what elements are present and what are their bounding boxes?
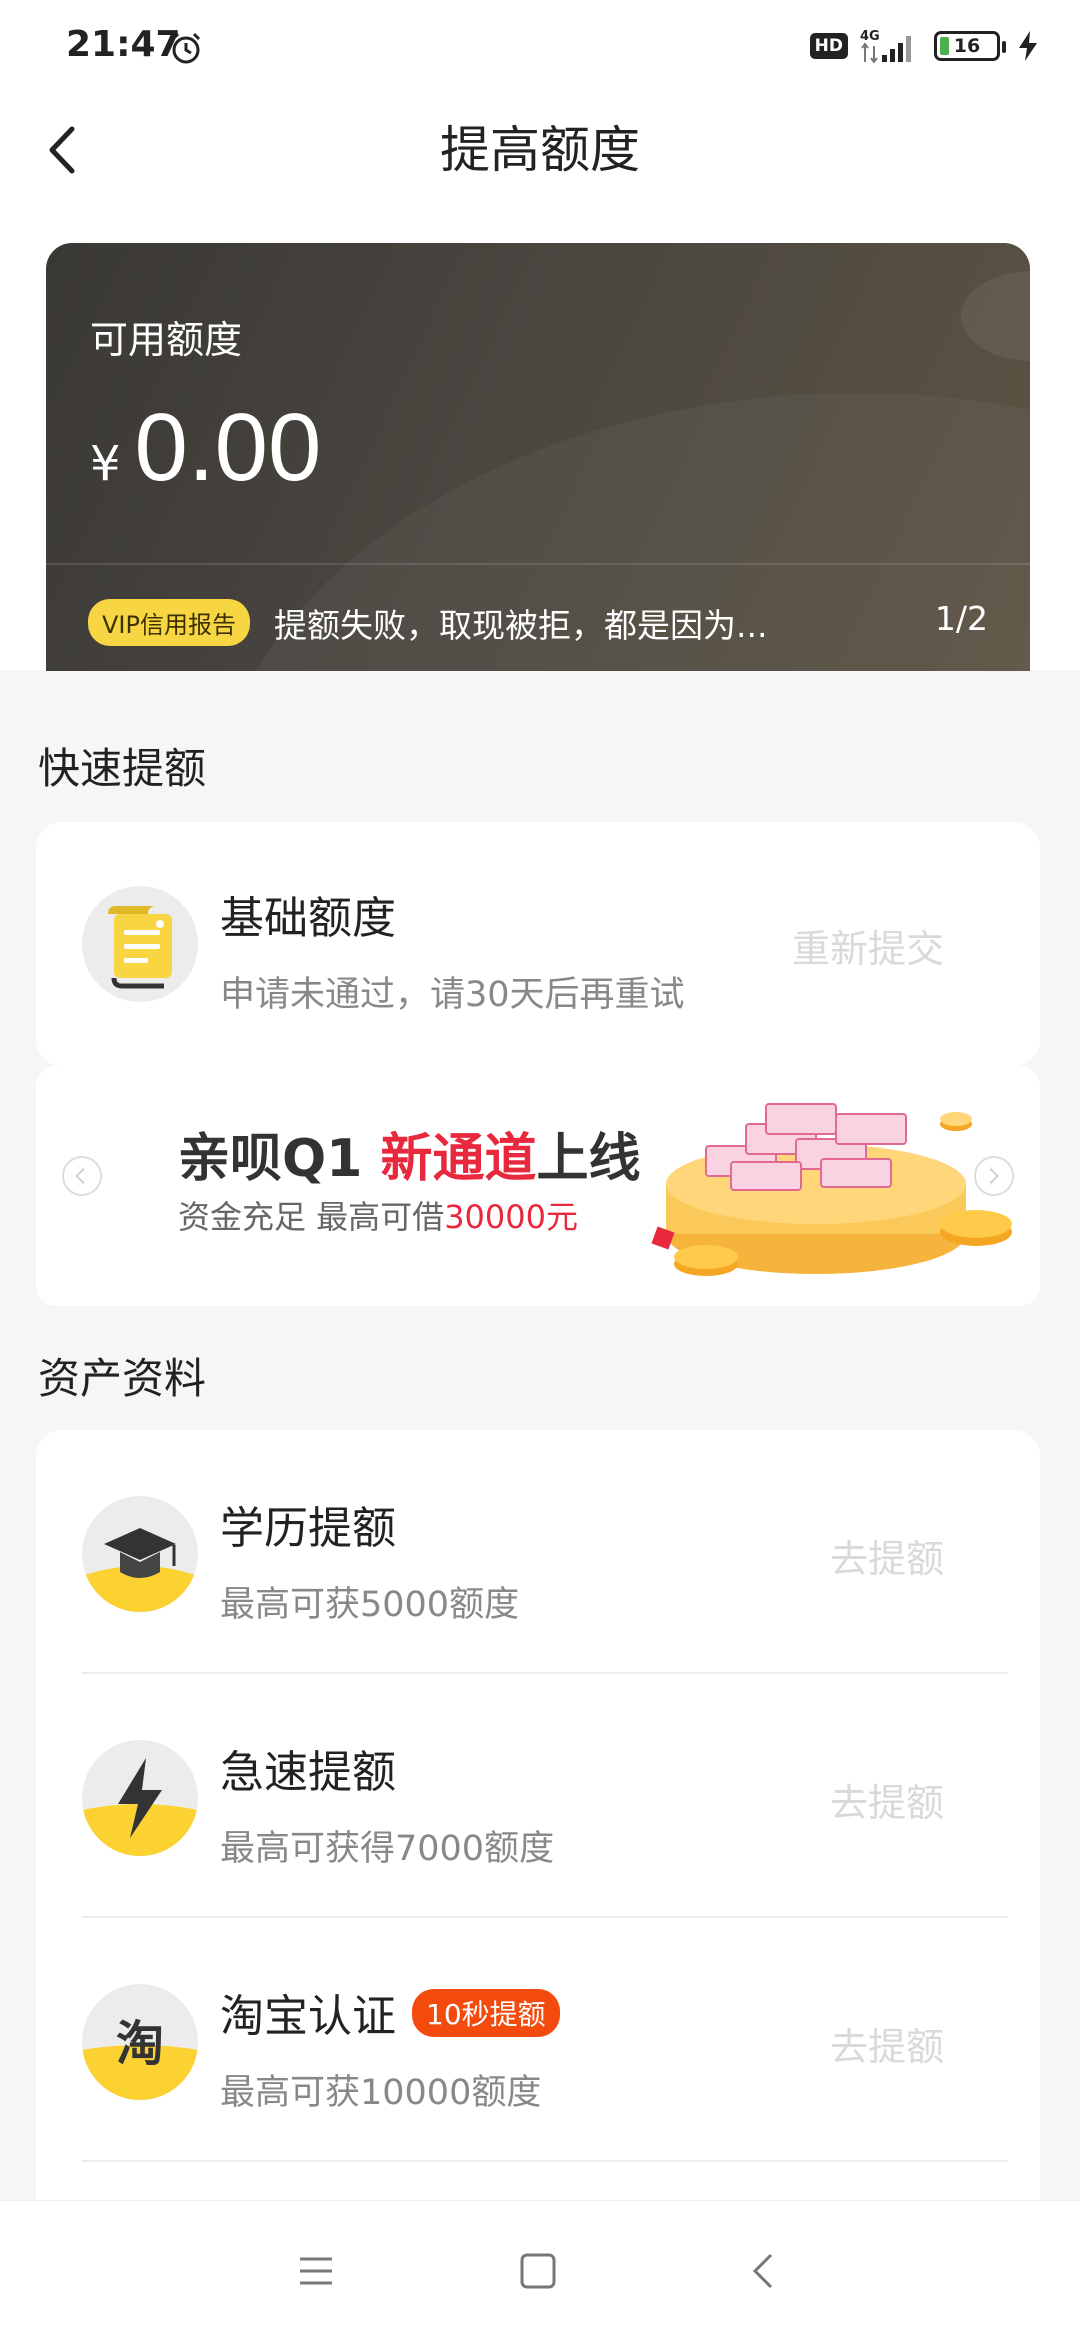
item-title: 基础额度 [220, 893, 396, 944]
item-subtitle: 申请未通过，请30天后再重试 [220, 975, 685, 1015]
signal-icon: 4G [860, 29, 911, 64]
network-label: 4G [860, 29, 880, 44]
menu-icon[interactable] [286, 2241, 346, 2301]
currency-symbol: ¥ [90, 436, 121, 492]
section-title-assets: 资产资料 [38, 1354, 207, 1403]
alarm-icon [171, 32, 201, 64]
battery-level: 16 [953, 35, 981, 57]
banner-title-part: 上线 [536, 1129, 641, 1189]
nav-bar: 提高额度 [0, 95, 1080, 210]
list-item-express[interactable]: 急速提额 最高可获得7000额度 去提额 [36, 1674, 1040, 1918]
raise-credit-button[interactable]: 去提额 [830, 1528, 944, 1583]
system-nav-bar [0, 2200, 1080, 2340]
item-title: 淘宝认证 10秒提额 [220, 1980, 560, 2044]
item-title-text: 淘宝认证 [220, 1991, 396, 2042]
banner-subtitle-part: 资金充足 最高可借 [178, 1198, 445, 1236]
item-title: 学历提额 [220, 1503, 396, 1554]
item-subtitle: 最高可获10000额度 [220, 2073, 542, 2113]
charging-icon [1019, 31, 1037, 61]
divider [82, 2160, 1008, 2162]
taobao-icon-text: 淘 [116, 2016, 164, 2072]
raise-credit-button[interactable]: 去提额 [830, 1772, 944, 1827]
banner-title-part: 亲呗Q1 [178, 1129, 381, 1189]
assets-panel: 学历提额 最高可获5000额度 去提额 急速提额 最高可获得7000额度 去提额… [36, 1430, 1040, 2230]
list-item-education[interactable]: 学历提额 最高可获5000额度 去提额 [36, 1430, 1040, 1674]
lightning-icon [82, 1740, 198, 1856]
card-decoration [961, 271, 1030, 361]
vip-report-badge[interactable]: VIP信用报告 [88, 599, 250, 646]
status-icons: HD 4G 16 [809, 28, 1040, 64]
graduation-cap-icon [82, 1496, 198, 1612]
notice-pager: 1/2 [934, 599, 988, 638]
promo-banner[interactable]: 亲呗Q1 新通道上线 资金充足 最高可借30000元 [36, 1066, 1040, 1306]
divider [46, 563, 1030, 565]
banner-subtitle-highlight: 30000元 [444, 1198, 578, 1236]
quick-panel: 基础额度 申请未通过，请30天后再重试 重新提交 [36, 822, 1040, 1066]
amount-value: 0.00 [134, 394, 322, 501]
raise-credit-button[interactable]: 去提额 [830, 2016, 944, 2071]
available-credit-label: 可用额度 [90, 318, 243, 362]
status-time: 21:47 [66, 24, 181, 65]
item-subtitle: 最高可获5000额度 [220, 1585, 520, 1625]
home-icon[interactable] [508, 2241, 568, 2301]
banner-subtitle: 资金充足 最高可借30000元 [178, 1192, 578, 1238]
status-bar: 21:47 HD 4G 16 [0, 0, 1080, 95]
page-title: 提高额度 [440, 121, 640, 179]
fast-tag: 10秒提额 [412, 1989, 560, 2037]
banner-prev-icon[interactable] [62, 1156, 102, 1196]
banner-title-highlight: 新通道 [380, 1129, 537, 1189]
document-icon [82, 886, 198, 1002]
list-item-basic-credit[interactable]: 基础额度 申请未通过，请30天后再重试 重新提交 [36, 822, 1040, 1066]
resubmit-button[interactable]: 重新提交 [792, 918, 944, 973]
money-illustration [651, 1103, 1012, 1276]
notice-text[interactable]: 提额失败，取现被拒，都是因为... [274, 599, 767, 647]
section-title-quick: 快速提额 [38, 744, 207, 793]
item-subtitle: 最高可获得7000额度 [220, 1829, 555, 1869]
banner-title: 亲呗Q1 新通道上线 [178, 1116, 641, 1191]
battery-icon: 16 [934, 31, 1006, 61]
list-item-taobao[interactable]: 淘 淘宝认证 10秒提额 最高可获10000额度 去提额 [36, 1918, 1040, 2162]
available-credit-amount: ¥ 0.00 [90, 393, 321, 503]
taobao-icon: 淘 [82, 1984, 198, 2100]
credit-card: 可用额度 ¥ 0.00 VIP信用报告 提额失败，取现被拒，都是因为... 1/… [46, 243, 1030, 671]
item-title: 急速提额 [220, 1747, 396, 1798]
hd-icon: HD [809, 33, 848, 59]
back-nav-icon[interactable] [735, 2241, 795, 2301]
